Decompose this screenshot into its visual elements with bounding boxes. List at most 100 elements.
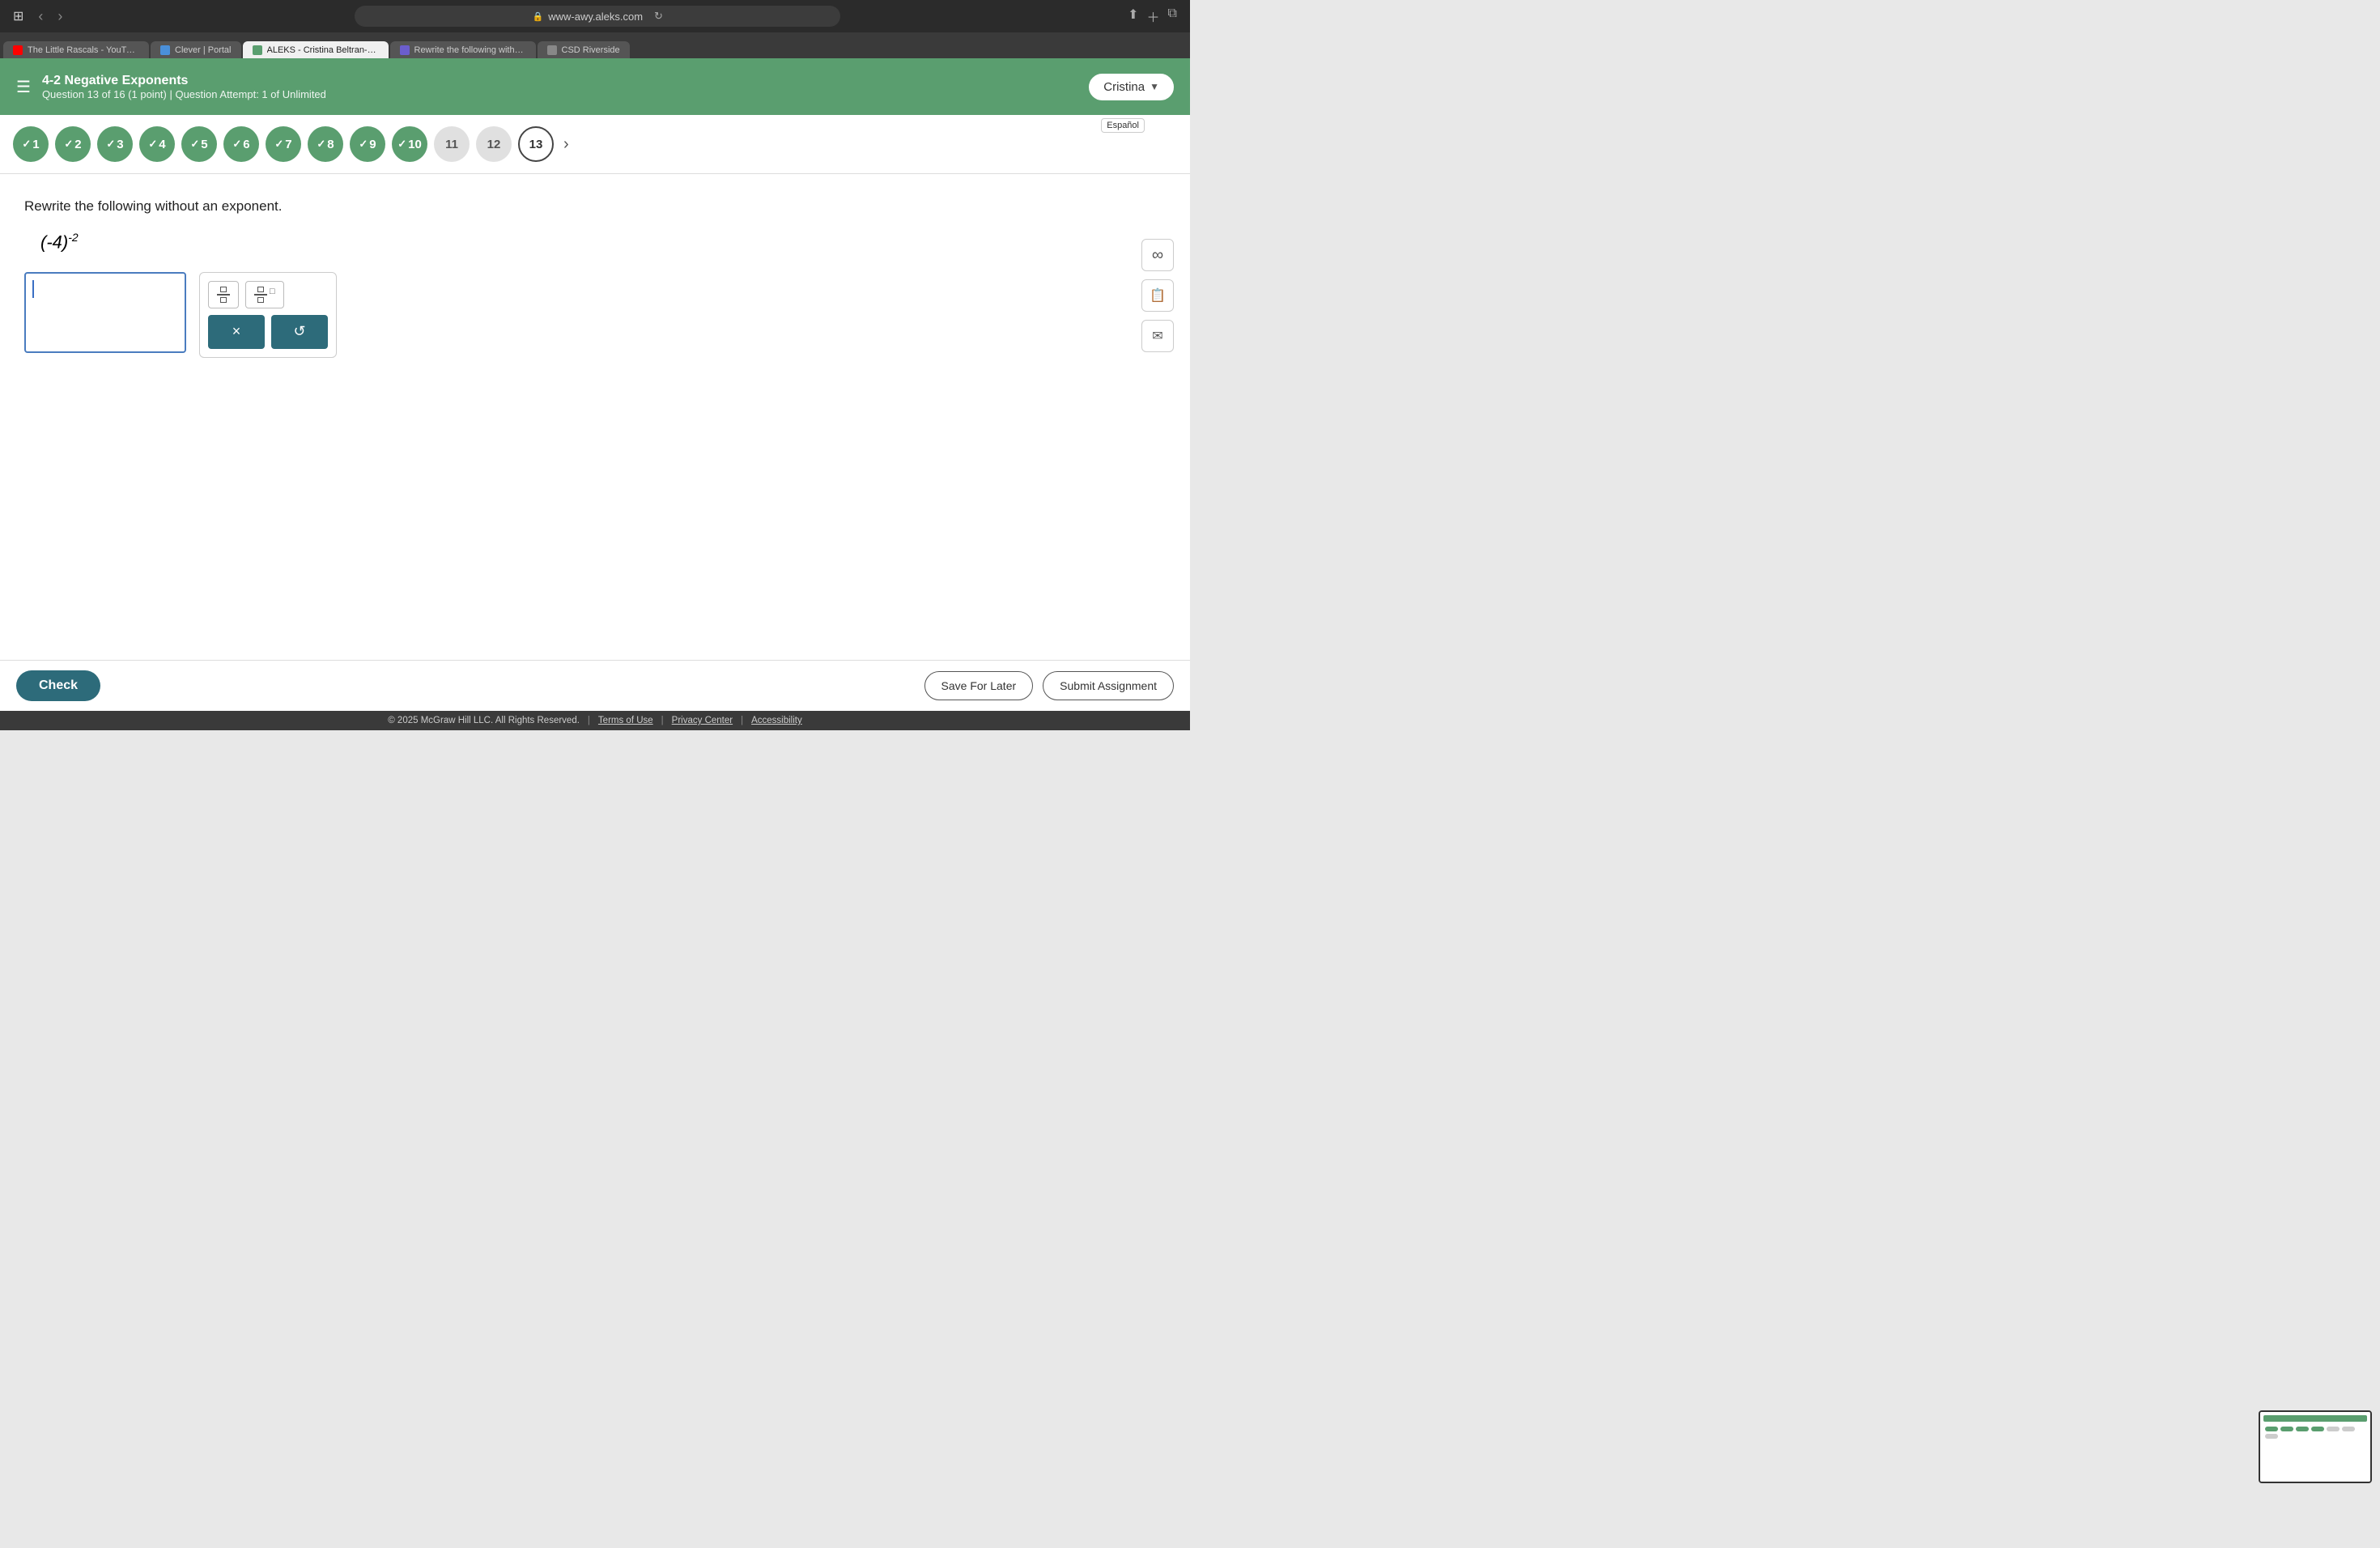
terms-of-use-link[interactable]: Terms of Use (598, 716, 653, 725)
footer-right: Save For Later Submit Assignment (924, 671, 1174, 700)
question-btn-9[interactable]: ✓9 (350, 126, 385, 162)
copyright-text: © 2025 McGraw Hill LLC. All Rights Reser… (388, 716, 580, 725)
header-left: ☰ 4-2 Negative Exponents Question 13 of … (16, 74, 326, 100)
accessibility-link[interactable]: Accessibility (751, 716, 802, 725)
answer-row: □ × ↺ (24, 272, 1166, 358)
forward-button[interactable]: › (53, 6, 67, 27)
save-later-button[interactable]: Save For Later (924, 671, 1034, 700)
browser-chrome: ⊞ ‹ › 🔒 www-awy.aleks.com ↻ ⬆ ＋ ⧉ (0, 0, 1190, 32)
tab-csd-label: CSD Riverside (562, 45, 620, 55)
fraction-button[interactable] (208, 281, 239, 308)
keyboard-row-1: □ (208, 281, 328, 308)
user-name: Cristina (1103, 80, 1145, 94)
mixed-number-button[interactable]: □ (245, 281, 284, 308)
thumb-dot-4 (2311, 1427, 2324, 1431)
tab-youtube-label: The Little Rascals - YouTube (28, 45, 139, 55)
question-btn-10[interactable]: ✓10 (392, 126, 427, 162)
undo-button[interactable]: ↺ (271, 315, 328, 349)
thumb-dot-7 (2265, 1434, 2278, 1439)
share-icon[interactable]: ⬆ (1128, 6, 1138, 26)
question-btn-12[interactable]: 12 (476, 126, 512, 162)
question-btn-6[interactable]: ✓6 (223, 126, 259, 162)
fraction-icon (217, 287, 230, 303)
chevron-down-icon: ▼ (1150, 81, 1159, 92)
address-bar[interactable]: 🔒 www-awy.aleks.com ↻ (355, 6, 840, 27)
question-btn-13[interactable]: 13 (518, 126, 554, 162)
superscript-indicator: □ (270, 287, 275, 296)
url-text: www-awy.aleks.com (548, 11, 643, 23)
tab-clever-label: Clever | Portal (175, 45, 232, 55)
keyboard-row-2: × ↺ (208, 315, 328, 349)
question-instruction: Rewrite the following without an exponen… (24, 198, 1166, 215)
submit-assignment-button[interactable]: Submit Assignment (1043, 671, 1174, 700)
app-header: ☰ 4-2 Negative Exponents Question 13 of … (0, 58, 1190, 115)
thumb-nav-dots (2263, 1425, 2367, 1440)
thumb-dot-3 (2296, 1427, 2309, 1431)
browser-actions: ⬆ ＋ ⧉ (1128, 6, 1177, 26)
question-btn-8[interactable]: ✓8 (308, 126, 343, 162)
fraction-line (217, 294, 230, 296)
mixed-num-box (257, 287, 264, 292)
bottom-bar: © 2025 McGraw Hill LLC. All Rights Reser… (0, 711, 1190, 730)
browser-nav: ‹ › (33, 6, 67, 27)
question-nav: Español ✓1 ✓2 ✓3 ✓4 ✓5 ✓6 ✓7 ✓8 ✓9 ✓10 1… (0, 115, 1190, 174)
question-btn-7[interactable]: ✓7 (266, 126, 301, 162)
privacy-center-link[interactable]: Privacy Center (672, 716, 733, 725)
calculator-tool[interactable]: ∞ (1141, 239, 1174, 271)
separator-1: | (588, 716, 590, 725)
tab-rewrite-label: Rewrite the following without an exponen… (414, 45, 526, 55)
math-keyboard: □ × ↺ (199, 272, 337, 358)
expression-base: (-4) (40, 232, 68, 252)
check-button[interactable]: Check (16, 670, 100, 701)
thumbnail-content (2260, 1412, 2370, 1482)
reload-icon[interactable]: ↻ (654, 10, 663, 23)
mixed-frac-line (254, 294, 267, 296)
answer-input[interactable] (24, 272, 186, 353)
sidebar-toggle[interactable]: ⊞ (13, 8, 23, 24)
header-title: 4-2 Negative Exponents Question 13 of 16… (42, 74, 326, 100)
tab-aleks[interactable]: ALEKS - Cristina Beltran-Giudice - 4-2 N… (243, 41, 389, 58)
thumb-dot-6 (2342, 1427, 2355, 1431)
clear-button[interactable]: × (208, 315, 265, 349)
question-btn-11[interactable]: 11 (434, 126, 470, 162)
mail-icon: ✉ (1152, 328, 1162, 344)
new-tab-icon[interactable]: ＋ (1147, 6, 1160, 26)
app-footer: Check Save For Later Submit Assignment (0, 660, 1190, 711)
tabs-view-icon[interactable]: ⧉ (1168, 6, 1177, 26)
separator-3: | (741, 716, 743, 725)
question-btn-1[interactable]: ✓1 (13, 126, 49, 162)
question-btn-4[interactable]: ✓4 (139, 126, 175, 162)
user-menu[interactable]: Cristina ▼ (1089, 74, 1174, 100)
notes-tool[interactable]: 📋 (1141, 279, 1174, 312)
question-btn-3[interactable]: ✓3 (97, 126, 133, 162)
tab-aleks-favicon (253, 45, 262, 55)
lesson-title: 4-2 Negative Exponents (42, 74, 326, 88)
fraction-denominator-box (220, 297, 227, 303)
espanol-label[interactable]: Español (1101, 118, 1145, 133)
tab-youtube[interactable]: The Little Rascals - YouTube (3, 41, 149, 58)
separator-2: | (661, 716, 664, 725)
right-sidebar: ∞ 📋 ✉ (1141, 239, 1174, 352)
tab-rewrite-favicon (400, 45, 410, 55)
tab-csd[interactable]: CSD Riverside (538, 41, 630, 58)
tab-csd-favicon (547, 45, 557, 55)
infinity-icon: ∞ (1152, 246, 1163, 265)
tab-youtube-favicon (13, 45, 23, 55)
question-meta: Question 13 of 16 (1 point) | Question A… (42, 88, 326, 100)
thumb-dot-2 (2280, 1427, 2293, 1431)
hamburger-menu[interactable]: ☰ (16, 77, 31, 97)
fraction-numerator-box (220, 287, 227, 292)
expression-exponent: -2 (68, 231, 78, 244)
tab-aleks-label: ALEKS - Cristina Beltran-Giudice - 4-2 N… (267, 45, 379, 55)
question-btn-5[interactable]: ✓5 (181, 126, 217, 162)
mail-tool[interactable]: ✉ (1141, 320, 1174, 352)
mixed-den-box (257, 297, 264, 303)
question-btn-2[interactable]: ✓2 (55, 126, 91, 162)
main-content: Rewrite the following without an exponen… (0, 174, 1190, 660)
tab-clever[interactable]: Clever | Portal (151, 41, 241, 58)
tab-rewrite[interactable]: Rewrite the following without an exponen… (390, 41, 536, 58)
thumb-dot-1 (2265, 1427, 2278, 1431)
thumb-dot-5 (2327, 1427, 2340, 1431)
nav-next-arrow[interactable]: › (563, 135, 569, 154)
back-button[interactable]: ‹ (33, 6, 48, 27)
